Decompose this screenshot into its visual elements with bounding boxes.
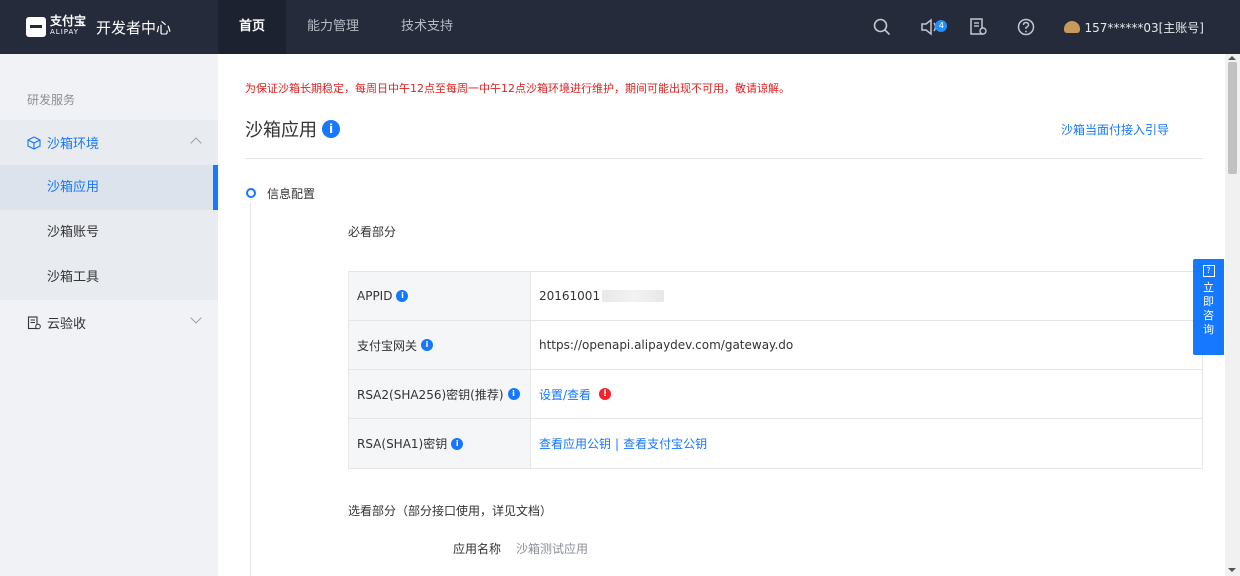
nav-capability-management[interactable]: 能力管理 [286, 0, 380, 54]
app-title: 开发者中心 [96, 18, 172, 37]
step-timeline-line [250, 202, 251, 576]
top-right-actions: 4 157******03[主账号] [858, 0, 1240, 54]
info-icon[interactable]: i [451, 437, 464, 450]
info-icon[interactable]: i [507, 388, 520, 400]
table-row-gateway: 支付宝网关 i https://openapi.alipaydev.com/ga… [349, 321, 1202, 370]
chevron-down-icon [190, 312, 202, 324]
rsa2-set-view-link[interactable]: 设置/查看 [539, 386, 591, 403]
logo-cn-text: 支付宝 [50, 14, 87, 28]
page-title-text: 沙箱应用 [245, 120, 317, 141]
user-account-label: 157******03[主账号] [1084, 20, 1204, 35]
consult-char-2: 即 [1203, 295, 1214, 308]
main-nav: 首页 能力管理 技术支持 [218, 0, 474, 54]
sidebar-item-sandbox-account[interactable]: 沙箱账号 [0, 210, 218, 255]
consult-char-3: 咨 [1203, 309, 1214, 322]
sidebar-item-sandbox[interactable]: 沙箱环境 [0, 120, 218, 165]
nav-home[interactable]: 首页 [218, 0, 287, 54]
question-icon: ? [1202, 265, 1215, 277]
scrollbar-thumb[interactable] [1228, 62, 1237, 174]
alipay-logo-icon [26, 17, 46, 37]
chevron-up-icon [190, 137, 202, 149]
link-separator: | [615, 436, 620, 451]
appid-label: APPID [357, 289, 393, 303]
search-icon[interactable] [871, 16, 893, 38]
sidebar: 研发服务 沙箱环境 沙箱应用 沙箱账号 沙箱工具 云验收 [0, 54, 218, 576]
nav-tech-support[interactable]: 技术支持 [380, 0, 474, 54]
step-label-info-config: 信息配置 [267, 187, 316, 201]
logo-en-text: ALIPAY [50, 28, 80, 36]
app-info-table: APPID i 20161001 支付宝网关 i https://openapi… [348, 271, 1203, 469]
user-account-menu[interactable]: 157******03[主账号] [1050, 19, 1240, 36]
info-icon[interactable]: i [396, 290, 409, 302]
help-icon[interactable] [1015, 16, 1037, 38]
scroll-down-icon[interactable] [1228, 568, 1236, 572]
appid-value: 20161001 [539, 289, 601, 303]
table-row-rsa2-key: RSA2(SHA256)密钥(推荐) i 设置/查看 ! [349, 370, 1202, 419]
app-name-label: 应用名称 [453, 542, 502, 556]
sidebar-group-dev-services: 研发服务 [27, 93, 76, 107]
rsa2-key-label: RSA2(SHA256)密钥(推荐) [357, 387, 504, 402]
app-name-value: 沙箱测试应用 [516, 542, 589, 556]
top-navigation-bar: 支付宝 ALIPAY 开发者中心 首页 能力管理 技术支持 4 157*****… [0, 0, 1240, 54]
view-app-public-key-link[interactable]: 查看应用公钥 [539, 435, 611, 452]
gateway-value: https://openapi.alipaydev.com/gateway.do [539, 338, 794, 352]
alipay-logo[interactable]: 支付宝 ALIPAY 开发者中心 [0, 0, 218, 54]
avatar [1064, 21, 1081, 33]
table-row-appid: APPID i 20161001 [349, 272, 1202, 321]
notification-speaker-icon[interactable]: 4 [919, 16, 948, 38]
view-alipay-public-key-link[interactable]: 查看支付宝公钥 [623, 435, 707, 452]
consult-now-button[interactable]: ? 立 即 咨 询 [1193, 259, 1224, 355]
warning-icon: ! [599, 388, 612, 400]
optional-section-title: 选看部分（部分接口使用，详见文档） [348, 504, 553, 518]
notification-count-badge: 4 [935, 20, 948, 32]
sandbox-guide-link[interactable]: 沙箱当面付接入引导 [1061, 121, 1169, 138]
sidebar-item-cloud-acceptance-label: 云验收 [47, 317, 87, 332]
info-icon[interactable]: i [421, 339, 434, 351]
table-row-rsa-key: RSA(SHA1)密钥 i 查看应用公钥 | 查看支付宝公钥 [349, 419, 1202, 468]
step-indicator-icon [246, 188, 256, 198]
maintenance-notice: 为保证沙箱长期稳定，每周日中午12点至每周一中午12点沙箱环境进行维护，期间可能… [245, 82, 790, 95]
appid-redacted-mask [602, 290, 665, 302]
document-settings-icon[interactable] [967, 16, 989, 38]
cube-icon [27, 135, 41, 150]
must-read-section-title: 必看部分 [348, 225, 397, 239]
main-content: 为保证沙箱长期稳定，每周日中午12点至每周一中午12点沙箱环境进行维护，期间可能… [218, 54, 1225, 576]
divider [245, 158, 1203, 159]
page-scrollbar[interactable] [1225, 54, 1240, 576]
sidebar-item-sandbox-label: 沙箱环境 [47, 137, 100, 152]
page-title: 沙箱应用 i [245, 116, 340, 142]
consult-char-4: 询 [1203, 323, 1214, 336]
sidebar-item-sandbox-tools[interactable]: 沙箱工具 [0, 255, 218, 300]
gateway-label: 支付宝网关 [357, 338, 418, 353]
acceptance-doc-icon [27, 315, 41, 329]
consult-char-1: 立 [1203, 281, 1214, 294]
sidebar-item-sandbox-app[interactable]: 沙箱应用 [0, 165, 218, 210]
sidebar-item-cloud-acceptance[interactable]: 云验收 [0, 300, 218, 345]
rsa-key-label: RSA(SHA1)密钥 [357, 437, 448, 451]
scroll-up-icon[interactable] [1228, 56, 1236, 60]
info-icon[interactable]: i [322, 120, 340, 138]
